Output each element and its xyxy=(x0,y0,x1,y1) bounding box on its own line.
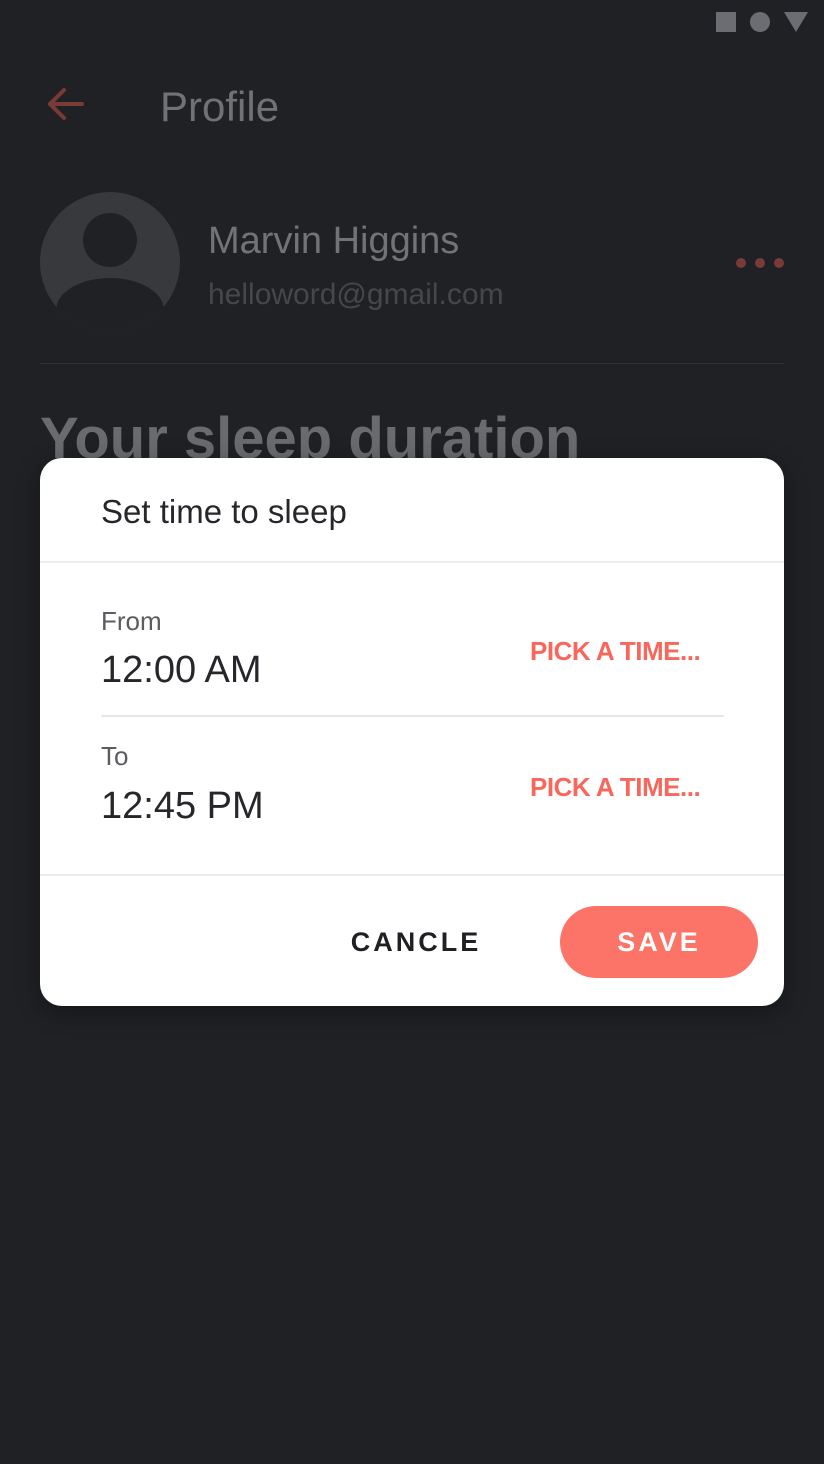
profile-name: Marvin Higgins xyxy=(208,220,460,262)
page-title: Profile xyxy=(160,83,280,130)
row-divider xyxy=(101,715,724,717)
save-button[interactable]: SAVE xyxy=(560,906,758,978)
set-time-dialog: Set time to sleep From 12:00 AM PICK A T… xyxy=(40,458,784,1006)
divider xyxy=(40,363,784,364)
pick-from-time-button[interactable]: PICK A TIME... xyxy=(530,635,701,667)
arrow-left-icon xyxy=(48,88,84,120)
to-time-value: 12:45 PM xyxy=(101,785,264,827)
triangle-down-icon xyxy=(784,12,808,32)
dialog-title: Set time to sleep xyxy=(101,493,347,530)
profile-email: helloword@gmail.com xyxy=(208,278,504,311)
screen: Profile Marvin Higgins helloword@gmail.c… xyxy=(0,0,824,1464)
user-avatar-icon xyxy=(56,213,164,332)
from-time-value: 12:00 AM xyxy=(101,649,262,691)
avatar xyxy=(40,192,180,332)
more-horizontal-icon xyxy=(755,258,765,268)
pick-to-time-button[interactable]: PICK A TIME... xyxy=(530,771,701,803)
more-horizontal-icon xyxy=(736,258,746,268)
circle-icon xyxy=(750,12,770,32)
status-bar xyxy=(716,12,808,32)
more-horizontal-icon xyxy=(774,258,784,268)
back-button[interactable] xyxy=(40,82,88,130)
cancel-button[interactable]: CANCLE xyxy=(336,906,496,978)
dialog-divider xyxy=(40,561,784,563)
stop-square-icon xyxy=(716,12,736,32)
dialog-footer-divider xyxy=(40,874,784,876)
more-options-button[interactable] xyxy=(736,252,784,274)
to-label: To xyxy=(101,741,129,771)
from-label: From xyxy=(101,606,162,636)
